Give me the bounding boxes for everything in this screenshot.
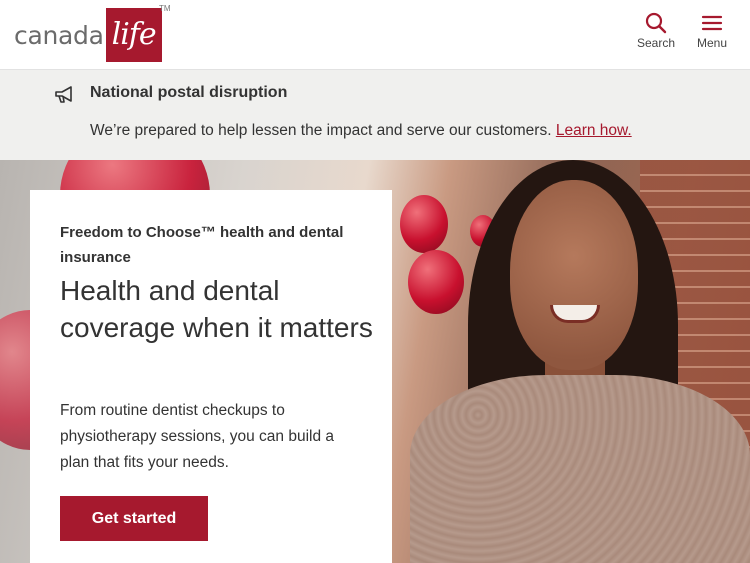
search-label: Search (636, 36, 676, 50)
alert-message: We’re prepared to help lessen the impact… (90, 122, 632, 140)
hero-headline: Health and dental coverage when it matte… (60, 275, 373, 343)
balloon (400, 195, 448, 253)
get-started-button[interactable]: Get started (60, 496, 208, 541)
hero-eyebrow: Freedom to Choose™ health and dental ins… (60, 224, 344, 266)
hero-body: From routine dentist checkups to physiot… (60, 402, 334, 471)
menu-label: Menu (696, 36, 728, 50)
search-button[interactable]: Search (631, 12, 681, 50)
logo-wordmark: canada (14, 20, 104, 50)
search-icon (645, 12, 667, 34)
menu-button[interactable]: Menu (687, 12, 737, 50)
alert-text: We’re prepared to help lessen the impact… (90, 122, 552, 139)
logo-box: life (105, 8, 162, 62)
canada-life-logo[interactable]: canada life (14, 8, 162, 62)
person-face (510, 180, 638, 370)
alert-title: National postal disruption (90, 84, 288, 101)
logo-box-word: life (111, 17, 157, 52)
megaphone-icon (55, 86, 72, 103)
hamburger-menu-icon (701, 15, 723, 31)
person-sweater (410, 375, 750, 563)
learn-how-link[interactable]: Learn how. (556, 122, 632, 139)
site-header: canada life TM Search Menu (0, 0, 750, 70)
balloon (408, 250, 464, 314)
trademark-symbol: TM (159, 4, 171, 13)
